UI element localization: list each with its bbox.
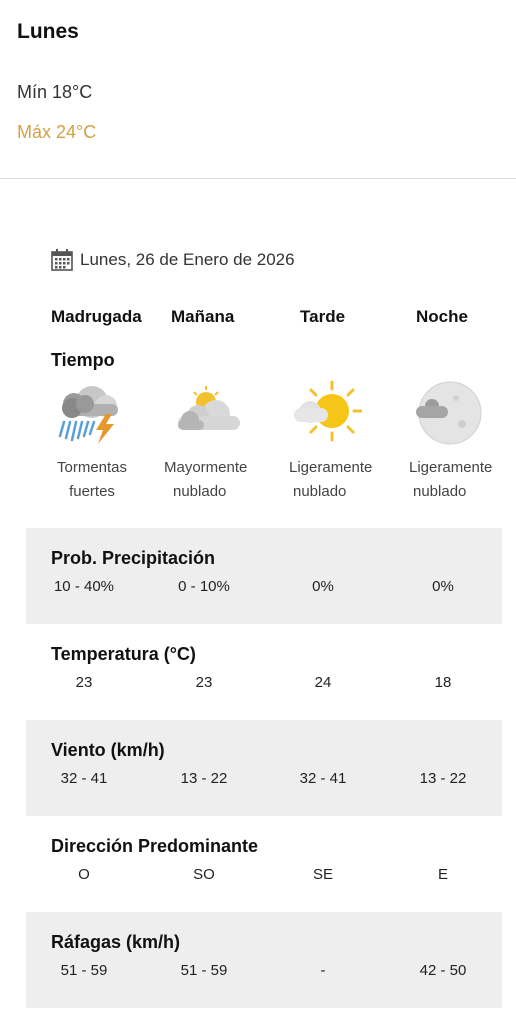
- value-manana: 51 - 59: [180, 962, 228, 979]
- value-noche: 0%: [432, 578, 454, 595]
- value-tarde: -: [320, 962, 326, 979]
- condition-tarde: Ligeramente nublado: [289, 459, 373, 500]
- period-headers: Madrugada Mañana Tarde Noche: [0, 307, 516, 331]
- condition-noche: Ligeramente nublado: [409, 459, 493, 500]
- partly-cloudy-day-icon: [294, 380, 362, 442]
- period-tarde: Tarde: [300, 307, 346, 326]
- temperature-section: Temperatura (°C) 23 23 24 18: [26, 624, 502, 720]
- value-tarde: 32 - 41: [299, 770, 347, 787]
- value-noche: E: [437, 866, 448, 883]
- value-manana: 23: [195, 674, 213, 691]
- value-madrugada: 32 - 41: [60, 770, 108, 787]
- section-title: Temperatura (°C): [51, 644, 196, 664]
- calendar-icon: [51, 249, 73, 271]
- thunderstorm-icon: [58, 386, 118, 444]
- wind-section: Viento (km/h) 32 - 41 13 - 22 32 - 41 13…: [26, 720, 502, 816]
- value-tarde: SE: [312, 866, 333, 883]
- divider: [0, 178, 516, 179]
- section-title: Viento (km/h): [51, 740, 165, 760]
- value-madrugada: 51 - 59: [60, 962, 108, 979]
- value-noche: 42 - 50: [419, 962, 467, 979]
- min-temperature: Mín 18°C: [17, 82, 93, 102]
- precipitation-section: Prob. Precipitación 10 - 40% 0 - 10% 0% …: [26, 528, 502, 624]
- date-row: Lunes, 26 de Enero de 2026: [50, 248, 295, 272]
- max-temperature: Máx 24°C: [17, 122, 97, 142]
- mostly-cloudy-day-icon: [178, 386, 240, 430]
- value-madrugada: O: [78, 866, 90, 883]
- value-manana: 13 - 22: [180, 770, 228, 787]
- value-madrugada: 10 - 40%: [53, 578, 115, 595]
- tiempo-label: Tiempo: [51, 350, 115, 370]
- value-tarde: 24: [314, 674, 332, 691]
- date-text: Lunes, 26 de Enero de 2026: [80, 250, 295, 269]
- period-madrugada: Madrugada: [51, 307, 142, 326]
- value-manana: 0 - 10%: [178, 578, 230, 595]
- condition-manana: Mayormente nublado: [164, 459, 248, 500]
- value-madrugada: 23: [75, 674, 93, 691]
- section-title: Dirección Predominante: [51, 836, 259, 856]
- section-title: Prob. Precipitación: [51, 548, 216, 568]
- value-tarde: 0%: [312, 578, 334, 595]
- period-manana: Mañana: [171, 307, 235, 326]
- section-title: Ráfagas (km/h): [51, 932, 181, 952]
- direction-section: Dirección Predominante O SO SE E: [26, 816, 502, 912]
- value-noche: 13 - 22: [419, 770, 467, 787]
- condition-madrugada: Tormentas fuertes: [56, 459, 128, 500]
- value-noche: 18: [434, 674, 452, 691]
- period-noche: Noche: [416, 307, 468, 326]
- value-manana: SO: [193, 866, 215, 883]
- gusts-section: Ráfagas (km/h) 51 - 59 51 - 59 - 42 - 50: [26, 912, 502, 1008]
- partly-cloudy-night-icon: [416, 381, 482, 445]
- day-title: Lunes: [17, 20, 79, 43]
